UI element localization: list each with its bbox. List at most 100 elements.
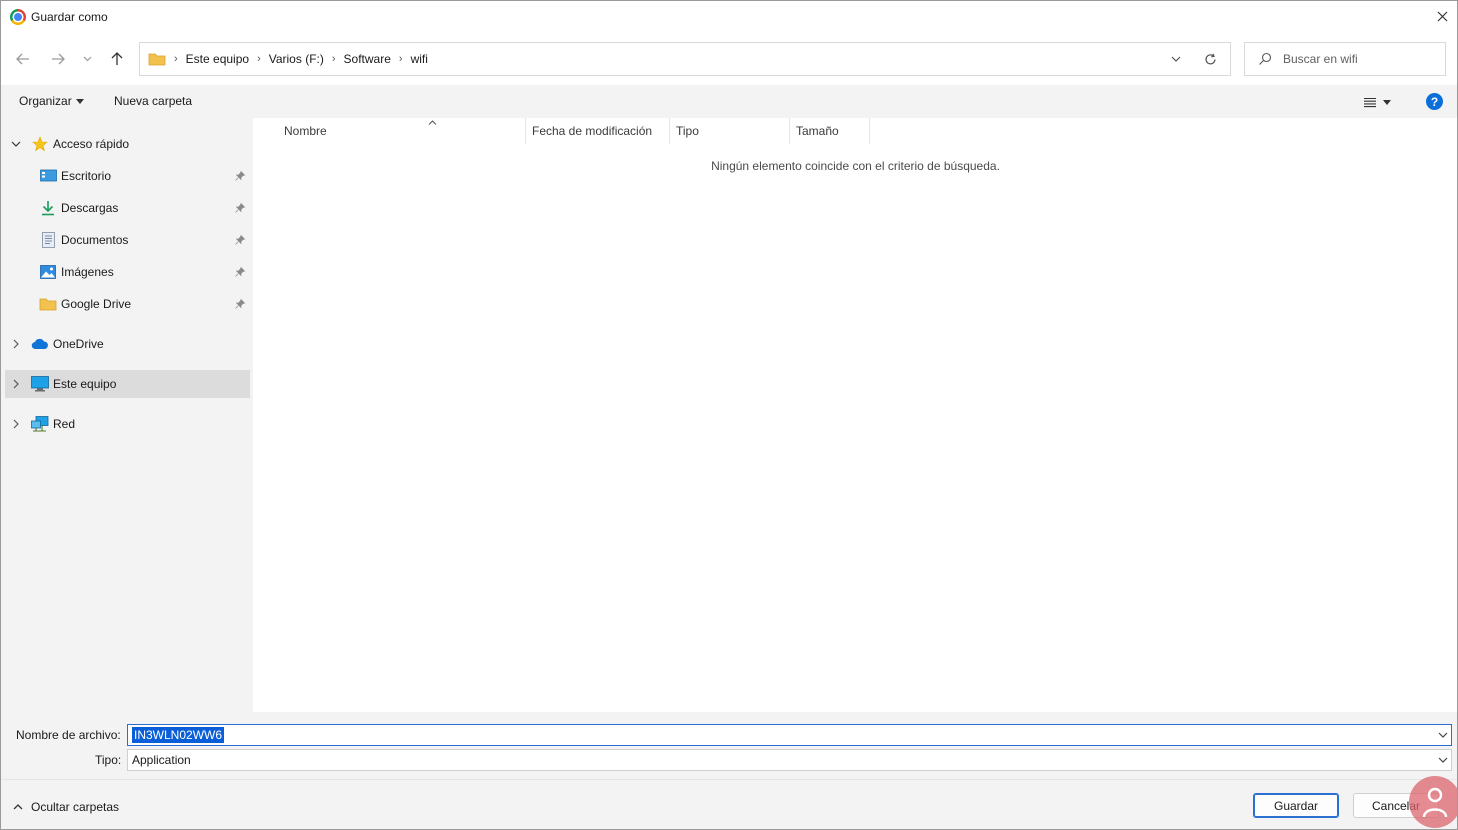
pin-icon [234, 266, 246, 278]
recent-locations-button[interactable] [77, 49, 97, 69]
sidebar-item-descargas[interactable]: Descargas [5, 194, 250, 222]
chevron-down-icon[interactable] [11, 139, 21, 149]
close-icon [1437, 11, 1447, 21]
network-icon [31, 416, 49, 432]
sidebar-item-red[interactable]: Red [5, 410, 250, 438]
sidebar-item-imagenes[interactable]: Imágenes [5, 258, 250, 286]
chevron-down-icon [1171, 56, 1181, 62]
caret-down-icon [75, 98, 84, 104]
column-divider[interactable] [789, 118, 790, 144]
arrow-left-icon [16, 53, 29, 65]
arrow-up-icon [111, 52, 123, 65]
pin-icon [234, 202, 246, 214]
sort-ascending-icon [428, 114, 437, 128]
address-history-button[interactable] [1168, 51, 1184, 67]
column-divider[interactable] [869, 118, 870, 144]
dialog-footer: Ocultar carpetas Guardar Cancelar [1, 779, 1457, 829]
breadcrumb-varios[interactable]: Varios (F:) [265, 52, 328, 66]
sidebar-item-label: Documentos [61, 233, 129, 247]
breadcrumb-separator: › [398, 53, 403, 65]
sidebar-item-label: Red [53, 417, 76, 431]
column-header-tamano[interactable]: Tamaño [796, 118, 839, 144]
list-view-icon [1364, 97, 1376, 107]
pin-icon [234, 170, 246, 182]
sidebar-item-escritorio[interactable]: Escritorio [5, 162, 250, 190]
monitor-icon [31, 376, 49, 392]
breadcrumb-wifi[interactable]: wifi [407, 52, 432, 66]
view-options-button[interactable] [1363, 93, 1399, 111]
up-button[interactable] [105, 49, 129, 69]
chevron-right-icon[interactable] [11, 379, 21, 389]
sidebar-item-documentos[interactable]: Documentos [5, 226, 250, 254]
empty-message: Ningún elemento coincide con el criterio… [711, 159, 1000, 173]
arrow-right-icon [52, 53, 65, 65]
breadcrumb-separator: › [174, 53, 178, 65]
chevron-right-icon[interactable] [11, 419, 21, 429]
sidebar-item-label: Acceso rápido [53, 137, 130, 151]
download-icon [39, 200, 57, 216]
sidebar-item-google-drive[interactable]: Google Drive [5, 290, 250, 318]
column-divider[interactable] [525, 118, 526, 144]
sidebar-item-este-equipo[interactable]: Este equipo [5, 370, 250, 398]
folder-icon [39, 296, 57, 312]
sidebar-item-acceso-rapido[interactable]: Acceso rápido [5, 130, 250, 158]
chevron-right-icon[interactable] [11, 339, 21, 349]
chevron-up-icon [13, 804, 23, 810]
sidebar-item-label: Escritorio [61, 169, 112, 183]
column-label: Fecha de modificación [532, 124, 653, 138]
column-label: Tipo [676, 124, 699, 138]
pictures-icon [39, 264, 57, 280]
help-button[interactable]: ? [1426, 93, 1443, 110]
search-input[interactable] [1283, 49, 1441, 69]
refresh-button[interactable] [1202, 51, 1218, 67]
type-label: Tipo: [95, 753, 122, 767]
close-button[interactable] [1427, 1, 1457, 31]
filename-dropdown-button[interactable] [1437, 729, 1449, 741]
refresh-icon [1204, 53, 1216, 64]
sidebar-item-label: OneDrive [53, 337, 104, 351]
chevron-down-icon [83, 56, 91, 62]
breadcrumb-separator: › [331, 53, 336, 65]
organize-button[interactable]: Organizar [19, 94, 84, 108]
filename-field[interactable]: IN3WLN02WW6 [127, 724, 1452, 746]
star-icon [31, 136, 49, 152]
search-box[interactable] [1244, 42, 1446, 76]
search-icon [1259, 52, 1272, 65]
save-button[interactable]: Guardar [1253, 793, 1339, 818]
caret-down-icon [1383, 99, 1391, 105]
forward-button[interactable] [46, 49, 70, 69]
sidebar-item-onedrive[interactable]: OneDrive [5, 330, 250, 358]
breadcrumb-software[interactable]: Software [340, 52, 395, 66]
hide-folders-label: Ocultar carpetas [31, 800, 120, 814]
hide-folders-button[interactable]: Ocultar carpetas [13, 800, 119, 814]
person-icon [1422, 787, 1448, 818]
file-type-value: Application [132, 753, 191, 767]
filename-input[interactable]: IN3WLN02WW6 [132, 727, 225, 743]
column-header-nombre[interactable]: Nombre [284, 118, 437, 144]
save-as-dialog: Guardar como › Este equipo › Varios (F:)… [0, 0, 1458, 830]
back-button[interactable] [11, 49, 35, 69]
file-type-select[interactable]: Application [127, 749, 1452, 771]
sidebar-item-label: Google Drive [61, 297, 132, 311]
sidebar-item-label: Este equipo [53, 377, 117, 391]
breadcrumb-este-equipo[interactable]: Este equipo [182, 52, 253, 66]
column-header-tipo[interactable]: Tipo [676, 118, 699, 144]
chrome-app-icon [10, 9, 26, 25]
file-list: Nombre Fecha de modificación Tipo Tamaño… [253, 118, 1457, 712]
chevron-down-icon [1437, 754, 1449, 766]
new-folder-label: Nueva carpeta [114, 94, 193, 108]
window-title: Guardar como [31, 10, 108, 24]
pin-icon [234, 298, 246, 310]
chevron-down-icon [1438, 732, 1448, 738]
organize-label: Organizar [19, 94, 72, 108]
column-divider[interactable] [669, 118, 670, 144]
new-folder-button[interactable]: Nueva carpeta [114, 94, 192, 108]
column-label: Nombre [284, 124, 327, 138]
column-header-fecha[interactable]: Fecha de modificación [532, 118, 652, 144]
navigation-pane: Acceso rápido Escritorio Descargas Docum… [1, 118, 253, 712]
pin-icon [234, 234, 246, 246]
command-bar: Organizar Nueva carpeta ? [1, 85, 1457, 118]
address-bar[interactable]: › Este equipo › Varios (F:) › Software ›… [139, 42, 1231, 76]
column-label: Tamaño [796, 124, 839, 138]
breadcrumb-separator: › [257, 53, 261, 65]
